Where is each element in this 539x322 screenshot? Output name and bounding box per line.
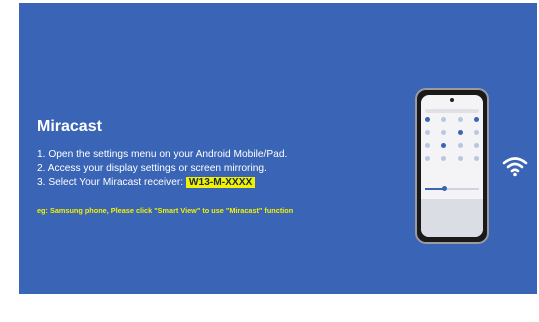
phone-screen — [421, 95, 483, 237]
instruction-step-2: 2. Access your display settings or scree… — [37, 163, 267, 174]
receiver-name: W13-M-XXXX — [185, 177, 256, 188]
samsung-note: eg: Samsung phone, Please click "Smart V… — [37, 206, 294, 215]
instruction-step-1: 1. Open the settings menu on your Androi… — [37, 149, 288, 160]
camera-icon — [450, 98, 454, 102]
smartphone-icon — [415, 88, 489, 244]
brightness-slider — [425, 186, 479, 191]
step-3-label: 3. Select Your Miracast receiver: — [37, 177, 186, 188]
instruction-step-3: 3. Select Your Miracast receiver: W13-M-… — [37, 177, 256, 188]
quick-panel-header — [425, 109, 479, 113]
page-title: Miracast — [37, 118, 102, 135]
miracast-screen: Miracast 1. Open the settings menu on yo… — [19, 3, 537, 294]
phone-footer — [421, 199, 483, 237]
quick-settings-grid — [425, 117, 479, 169]
wifi-icon — [502, 157, 528, 177]
